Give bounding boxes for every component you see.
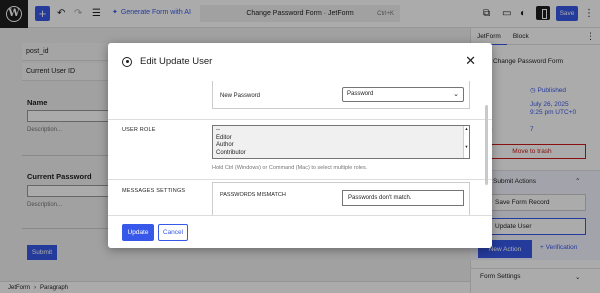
- update-button[interactable]: Update: [122, 224, 154, 241]
- section-divider: [108, 119, 492, 120]
- close-icon[interactable]: ✕: [465, 54, 476, 67]
- role-option[interactable]: --: [216, 127, 466, 135]
- new-password-label: New Password: [220, 93, 261, 99]
- role-option[interactable]: Editor: [216, 135, 466, 143]
- cancel-button[interactable]: Cancel: [158, 224, 188, 241]
- edit-update-user-modal: Edit Update User ✕ New Password Password…: [108, 43, 492, 248]
- messages-settings-label: MESSAGES SETTINGS: [122, 188, 186, 194]
- role-option[interactable]: Author: [216, 142, 466, 150]
- modal-title: Edit Update User: [140, 56, 213, 67]
- mismatch-message-input[interactable]: Passwords don't match.: [342, 190, 464, 206]
- user-role-hint: Hold Ctrl (Windows) or Command (Mac) to …: [212, 165, 368, 171]
- user-role-listbox[interactable]: -- Editor Author Contributor ▲ ▼: [212, 125, 470, 159]
- user-circle-icon: [122, 57, 132, 67]
- listbox-scrollbar[interactable]: ▲ ▼: [463, 126, 469, 158]
- chevron-down-icon: ⌄: [453, 91, 459, 98]
- passwords-mismatch-label: PASSWORDS MISMATCH: [220, 192, 286, 198]
- modal-scrollbar[interactable]: [485, 105, 488, 185]
- modal-footer: Update Cancel: [108, 215, 492, 248]
- modal-body: New Password Password ⌄ USER ROLE -- Edi…: [108, 81, 492, 215]
- modal-header: Edit Update User ✕: [108, 43, 492, 81]
- new-password-select[interactable]: Password ⌄: [342, 87, 464, 102]
- section-divider: [108, 179, 492, 180]
- role-option[interactable]: Contributor: [216, 150, 466, 158]
- user-role-section-label: USER ROLE: [122, 127, 156, 133]
